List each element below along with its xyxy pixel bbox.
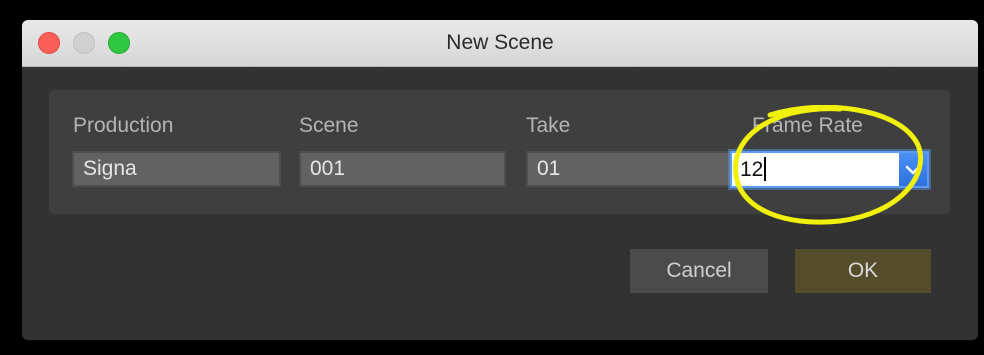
frame-rate-value[interactable]: 12 <box>740 153 767 186</box>
cancel-button[interactable]: Cancel <box>630 249 768 293</box>
new-scene-dialog: New Scene Production Scene Take Frame Ra… <box>22 20 978 340</box>
ok-button[interactable]: OK <box>795 249 931 293</box>
frame-rate-label: Frame Rate <box>752 114 863 137</box>
text-caret <box>764 156 767 181</box>
chevron-down-icon <box>905 165 921 175</box>
frame-rate-select[interactable]: 12 <box>730 151 929 188</box>
scene-input[interactable] <box>299 151 506 187</box>
scene-fields-panel: Production Scene Take Frame Rate 12 <box>49 90 950 214</box>
take-label: Take <box>526 114 571 137</box>
frame-rate-dropdown-button[interactable] <box>899 153 927 186</box>
title-bar: New Scene <box>22 20 978 67</box>
scene-label: Scene <box>299 114 359 137</box>
production-label: Production <box>73 114 174 137</box>
take-input[interactable] <box>526 151 733 187</box>
production-input[interactable] <box>72 151 281 187</box>
window-title: New Scene <box>446 31 554 54</box>
